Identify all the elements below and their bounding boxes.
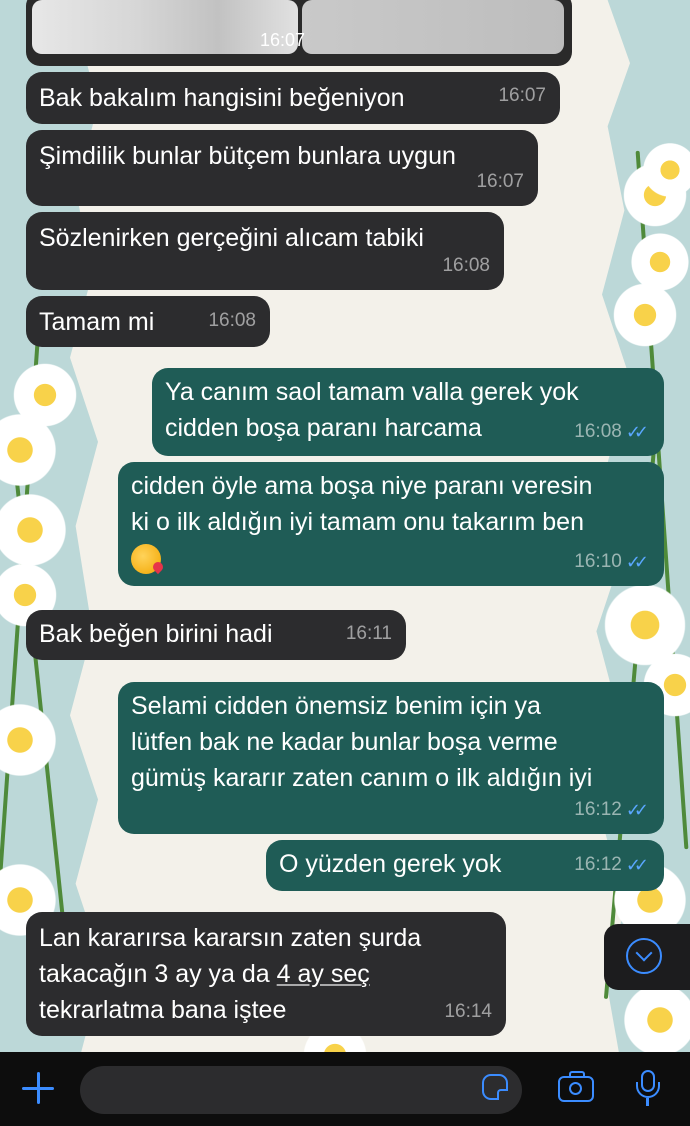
message-link-text[interactable]: 4 ay seç <box>277 960 370 988</box>
sticker-icon[interactable] <box>482 1074 508 1100</box>
outgoing-message[interactable]: Selami cidden önemsiz benim için ya lütf… <box>118 682 664 834</box>
message-time: 16:10 <box>574 551 622 572</box>
message-time: 16:12 <box>574 854 622 875</box>
message-time: 16:11 <box>345 623 392 644</box>
outgoing-message[interactable]: Ya canım saol tamam valla gerek yok cidd… <box>152 368 664 456</box>
outgoing-message[interactable]: cidden öyle ama boşa niye paranı veresin… <box>118 462 664 586</box>
scroll-down-icon <box>626 938 662 974</box>
double-check-icon: ✓✓ <box>625 552 649 572</box>
incoming-message[interactable]: Şimdilik bunlar bütçem bunlara uygun 16:… <box>26 130 538 206</box>
message-time: 16:08 <box>574 421 622 442</box>
message-text: Bak bakalım hangisini beğeniyon <box>39 84 405 112</box>
message-text: O yüzden gerek yok <box>279 850 502 878</box>
message-time: 16:07 <box>260 30 306 50</box>
message-text: Tamam mi <box>39 308 155 336</box>
daisy-decoration <box>610 280 680 350</box>
message-text: Selami cidden önemsiz benim için ya <box>131 692 541 720</box>
double-check-icon: ✓✓ <box>625 422 649 442</box>
message-time: 16:07 <box>498 85 546 106</box>
incoming-message[interactable]: Bak bakalım hangisini beğeniyon 16:07 <box>26 72 560 124</box>
incoming-message[interactable]: Bak beğen birini hadi 16:11 <box>26 610 406 660</box>
daisy-decoration <box>0 490 70 570</box>
message-text: cidden öyle ama boşa niye paranı veresin <box>131 472 593 500</box>
message-text: Bak beğen birini hadi <box>39 620 273 648</box>
message-time: 16:07 <box>476 171 524 192</box>
daisy-decoration <box>620 980 690 1052</box>
message-input[interactable] <box>80 1066 522 1114</box>
message-text: Sözlenirken gerçeğini alıcam tabiki <box>39 224 424 252</box>
message-text: Şimdilik bunlar bütçem bunlara uygun <box>39 142 456 170</box>
scroll-to-bottom-button[interactable] <box>604 924 690 990</box>
microphone-icon[interactable] <box>634 1070 662 1110</box>
photo-thumbnail[interactable] <box>32 0 298 54</box>
plus-icon[interactable] <box>20 1070 56 1106</box>
message-text: cidden boşa paranı harcama <box>165 414 482 442</box>
double-check-icon: ✓✓ <box>625 800 649 820</box>
daisy-decoration <box>0 700 60 780</box>
photo-thumbnail[interactable] <box>302 0 564 54</box>
message-text: gümüş kararır zaten canım o ilk aldığın … <box>131 764 593 792</box>
message-text: Lan kararırsa kararsın zaten şurda <box>39 924 422 952</box>
outgoing-message[interactable]: O yüzden gerek yok 16:12 ✓✓ <box>266 840 664 891</box>
double-check-icon: ✓✓ <box>625 855 649 875</box>
image-message[interactable]: 16:07 <box>26 0 572 66</box>
message-time: 16:12 <box>574 799 622 820</box>
incoming-message[interactable]: Tamam mi 16:08 <box>26 296 270 347</box>
message-text: tekrarlatma bana iştee <box>39 996 287 1024</box>
incoming-message[interactable]: Lan kararırsa kararsın zaten şurda takac… <box>26 912 506 1036</box>
message-time: 16:08 <box>208 310 256 331</box>
daisy-decoration <box>10 360 80 430</box>
message-text: ki o ilk aldığın iyi tamam onu takarım b… <box>131 508 584 536</box>
message-text: takacağın 3 ay ya da <box>39 960 277 988</box>
incoming-message[interactable]: Sözlenirken gerçeğini alıcam tabiki 16:0… <box>26 212 504 290</box>
kissing-face-emoji <box>131 544 161 575</box>
camera-icon[interactable] <box>558 1071 594 1102</box>
message-time: 16:14 <box>444 1001 492 1022</box>
message-text: Ya canım saol tamam valla gerek yok <box>165 378 579 406</box>
message-time: 16:08 <box>442 255 490 276</box>
message-text: lütfen bak ne kadar bunlar boşa verme <box>131 728 558 756</box>
